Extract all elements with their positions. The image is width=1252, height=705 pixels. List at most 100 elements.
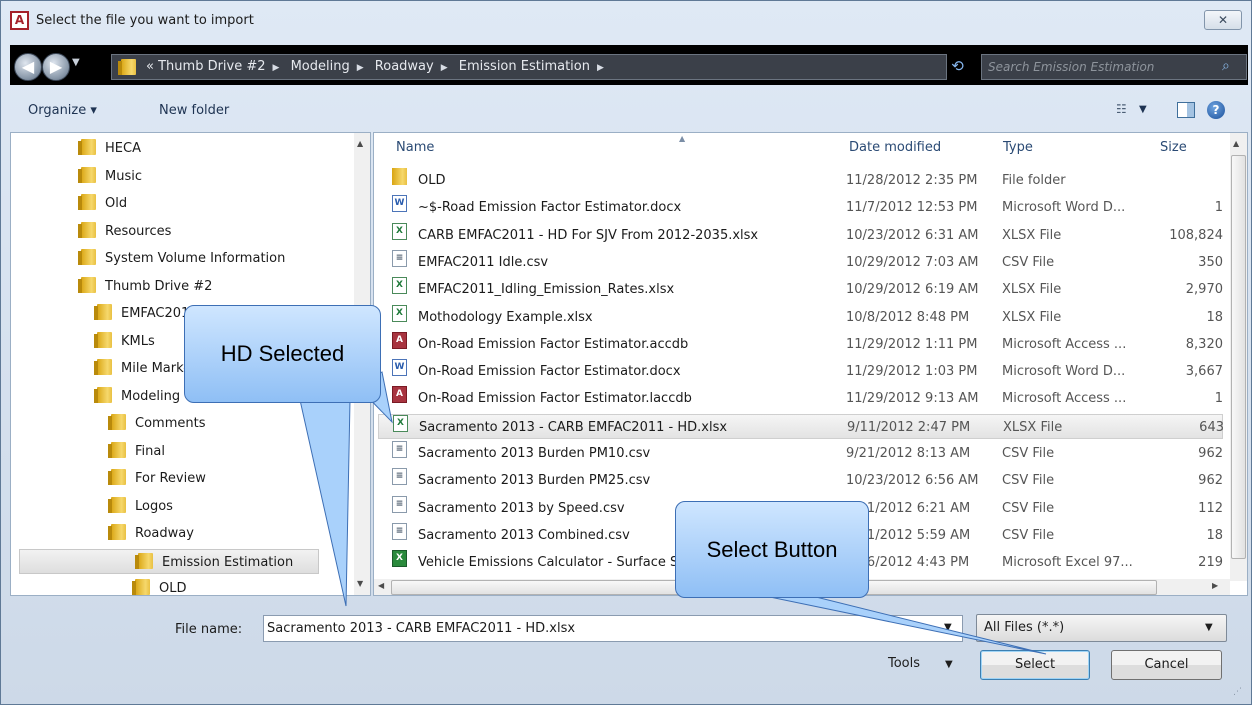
chevron-down-icon[interactable]: ▼ <box>944 622 952 633</box>
file-list-vertical-scrollbar[interactable]: ▲ <box>1230 133 1247 581</box>
forward-button[interactable]: ▶ <box>42 53 70 81</box>
file-type-cell: Microsoft Word D... <box>1002 364 1126 380</box>
sort-ascending-icon: ▲ <box>679 134 686 143</box>
organize-button[interactable]: Organize ▾ <box>28 103 97 118</box>
file-type-filter-value: All Files (*.*) <box>984 620 1065 635</box>
nav-item[interactable]: Resources <box>78 219 171 244</box>
nav-item-label: Music <box>105 168 142 184</box>
file-name-combobox[interactable]: ▼ <box>263 615 963 642</box>
file-row[interactable]: W On-Road Emission Factor Estimator.docx 1… <box>378 359 1223 384</box>
file-row[interactable]: W ~$-Road Emission Factor Estimator.docx 1… <box>378 195 1223 220</box>
nav-item[interactable]: OLD <box>132 576 187 595</box>
tools-dropdown-icon[interactable]: ▼ <box>945 659 953 670</box>
view-options-icon[interactable]: ☷ <box>1116 102 1132 118</box>
breadcrumb-item[interactable]: Thumb Drive #2 <box>158 59 265 74</box>
breadcrumb-item[interactable]: Roadway <box>375 59 434 74</box>
nav-item[interactable]: Comments <box>108 411 205 436</box>
search-input[interactable] <box>988 58 1213 76</box>
preview-pane-icon[interactable] <box>1177 102 1195 118</box>
new-folder-button[interactable]: New folder <box>159 103 229 118</box>
file-date-cell: 11/29/2012 1:03 PM <box>846 364 978 380</box>
nav-item[interactable]: EMFAC2011 <box>94 301 198 326</box>
file-row[interactable]: OLD 11/28/2012 2:35 PM File folder <box>378 168 1223 193</box>
nav-item[interactable]: HECA <box>78 136 141 161</box>
file-type-cell: CSV File <box>1002 473 1055 489</box>
scroll-up-icon[interactable]: ▲ <box>357 139 363 148</box>
close-button[interactable]: ✕ <box>1204 10 1242 30</box>
nav-item[interactable]: Emission Estimation <box>19 548 319 574</box>
column-header-size[interactable]: Size <box>1160 140 1187 155</box>
nav-item-label: Thumb Drive #2 <box>105 278 213 294</box>
nav-item[interactable]: Final <box>108 439 165 464</box>
xlsx-file-icon: X <box>393 414 408 432</box>
file-row[interactable]: ≡ EMFAC2011 Idle.csv 10/29/2012 7:03 AM CSV… <box>378 249 1223 275</box>
select-button[interactable]: Select <box>980 650 1090 680</box>
file-row[interactable]: X Sacramento 2013 - CARB EMFAC2011 - HD.x… <box>378 413 1224 439</box>
nav-item[interactable]: Old <box>78 191 127 216</box>
help-icon[interactable]: ? <box>1207 101 1225 119</box>
file-row[interactable]: X EMFAC2011_Idling_Emission_Rates.xlsx 10/… <box>378 277 1223 302</box>
nav-item[interactable]: Roadway <box>108 521 194 546</box>
file-size-cell: 8,320 <box>1185 336 1223 352</box>
column-header-type[interactable]: Type <box>1003 140 1033 155</box>
scroll-right-icon[interactable]: ▶ <box>1212 581 1218 590</box>
scroll-down-icon[interactable]: ▼ <box>357 579 363 588</box>
search-box[interactable]: ⌕ <box>981 54 1247 80</box>
nav-item-label: Emission Estimation <box>162 554 294 570</box>
file-row[interactable]: A On-Road Emission Factor Estimator.accdb… <box>378 331 1223 357</box>
chevron-right-icon[interactable]: ▶ <box>357 63 364 73</box>
nav-item[interactable]: KMLs <box>94 329 155 354</box>
refresh-icon[interactable]: ⟲ <box>945 55 970 79</box>
file-row[interactable]: ≡ Sacramento 2013 Burden PM25.csv 10/23/20… <box>378 468 1223 493</box>
view-dropdown-icon[interactable]: ▼ <box>1139 104 1147 115</box>
folder-icon <box>78 194 96 210</box>
tools-button[interactable]: Tools <box>888 656 920 671</box>
breadcrumb-item[interactable]: Emission Estimation <box>459 59 590 74</box>
file-row[interactable]: ≡ Sacramento 2013 Burden PM10.csv 9/21/201… <box>378 441 1223 466</box>
file-row[interactable]: X CARB EMFAC2011 - HD For SJV From 2012-2… <box>378 222 1223 248</box>
cancel-button[interactable]: Cancel <box>1111 650 1222 680</box>
nav-item[interactable]: Music <box>78 164 142 189</box>
nav-item-label: For Review <box>135 471 206 486</box>
file-row[interactable]: A On-Road Emission Factor Estimator.laccd… <box>378 386 1223 411</box>
breadcrumb-overflow[interactable]: « <box>146 59 154 74</box>
xlsx-file-icon: X <box>392 222 407 240</box>
scroll-up-icon[interactable]: ▲ <box>1233 139 1239 148</box>
file-name-cell: Sacramento 2013 - CARB EMFAC2011 - HD.xl… <box>419 419 728 435</box>
file-date-cell: 11/29/2012 1:11 PM <box>846 336 978 352</box>
nav-item[interactable]: For Review <box>108 466 206 491</box>
file-size-cell: 962 <box>1198 446 1223 461</box>
search-icon[interactable]: ⌕ <box>1222 58 1240 76</box>
folder-icon <box>118 59 136 75</box>
file-date-cell: 10/29/2012 6:19 AM <box>846 282 979 298</box>
chevron-right-icon[interactable]: ▶ <box>441 63 448 73</box>
file-type-filter[interactable]: All Files (*.*) ▼ <box>976 614 1227 642</box>
file-name-cell: EMFAC2011 Idle.csv <box>418 254 549 270</box>
scroll-thumb[interactable] <box>1231 155 1246 559</box>
nav-item[interactable]: Modeling <box>94 384 180 409</box>
back-button[interactable]: ◀ <box>14 53 42 81</box>
file-name-cell: On-Road Emission Factor Estimator.docx <box>418 364 681 380</box>
chevron-right-icon[interactable]: ▶ <box>273 63 280 73</box>
scroll-left-icon[interactable]: ◀ <box>378 581 384 590</box>
file-name-cell: OLD <box>418 173 446 188</box>
resize-grip-icon[interactable]: ⋰ <box>1233 687 1242 697</box>
file-name-input[interactable] <box>267 619 937 638</box>
file-name-cell: ~$-Road Emission Factor Estimator.docx <box>418 200 682 216</box>
column-header-date[interactable]: Date modified <box>849 140 941 155</box>
folder-icon <box>108 496 126 513</box>
breadcrumb-item[interactable]: Modeling <box>291 59 350 74</box>
recent-locations-dropdown[interactable]: ▼ <box>72 57 80 68</box>
file-type-cell: XLSX File <box>1002 227 1062 243</box>
chevron-right-icon[interactable]: ▶ <box>597 63 604 73</box>
address-bar[interactable]: « Thumb Drive #2 ▶ Modeling ▶ Roadway ▶ Emi… <box>111 54 1028 80</box>
nav-item[interactable]: Logos <box>108 494 173 519</box>
file-type-cell: Microsoft Word D... <box>1002 200 1126 216</box>
nav-item[interactable]: Thumb Drive #2 <box>78 274 213 299</box>
nav-item[interactable]: System Volume Information <box>78 246 285 271</box>
chevron-down-icon: ▼ <box>1205 622 1213 633</box>
file-row[interactable]: X Mothodology Example.xlsx 10/8/2012 8:48 … <box>378 304 1223 330</box>
column-header-name[interactable]: Name <box>396 140 434 155</box>
file-name-label: File name: <box>175 622 243 637</box>
file-size-cell: 112 <box>1198 500 1223 516</box>
